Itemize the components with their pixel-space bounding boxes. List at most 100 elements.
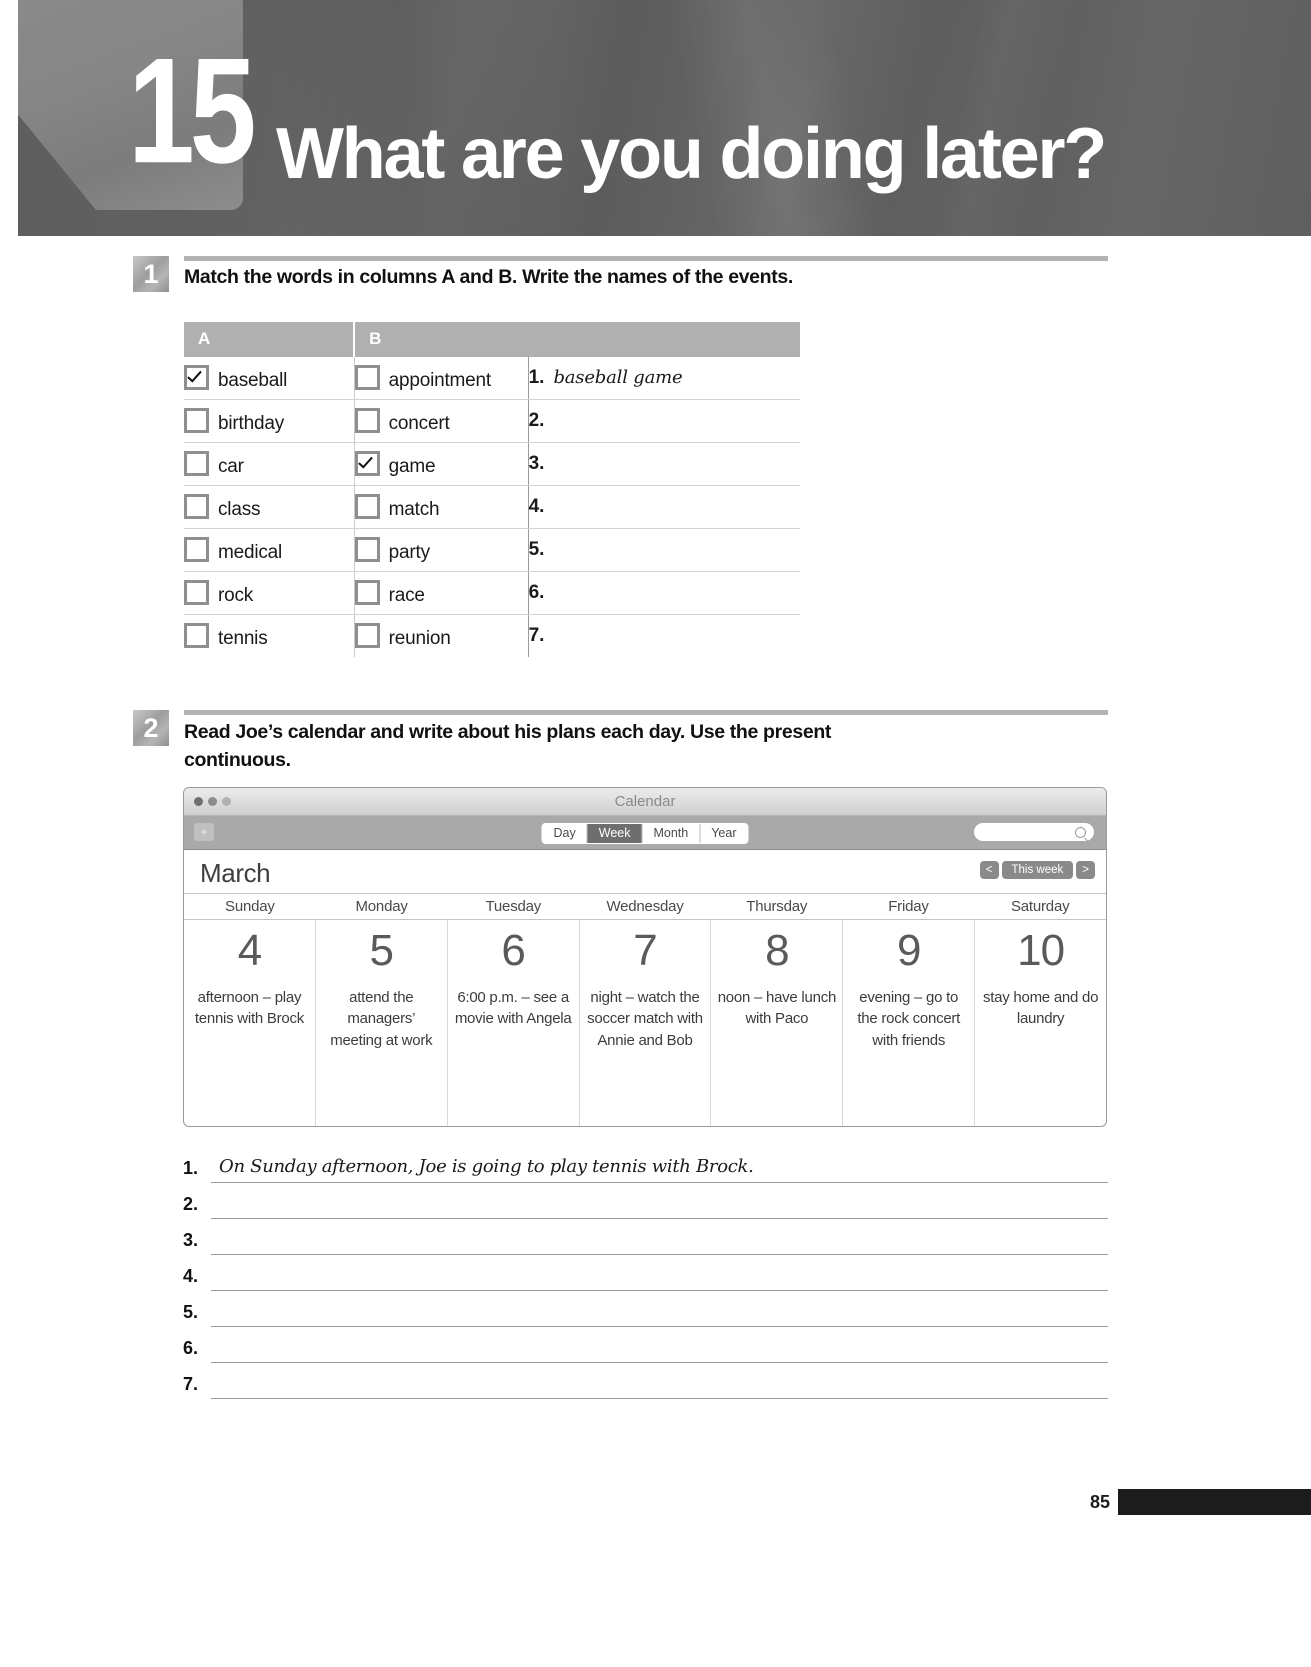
- checkbox-race[interactable]: [354, 579, 380, 605]
- column-a-cell: rock: [184, 571, 355, 615]
- word-label-concert: concert: [388, 412, 450, 434]
- answer-line-rule: [211, 1362, 1108, 1363]
- answer-line-row[interactable]: 7.: [183, 1368, 1108, 1404]
- chapter-title: What are you doing later?: [276, 114, 1107, 194]
- chapter-header-banner: 15 What are you doing later?: [18, 0, 1311, 236]
- checkbox-car[interactable]: [184, 450, 209, 476]
- word-label-tennis: tennis: [218, 627, 268, 649]
- column-b-cell: match: [353, 485, 529, 529]
- answer-line-number: 7.: [183, 1374, 199, 1394]
- calendar-nav-group: < This week >: [979, 861, 1095, 879]
- word-label-class: class: [218, 498, 261, 520]
- column-b-cell: party: [353, 528, 529, 572]
- checkbox-match[interactable]: [354, 493, 380, 519]
- calendar-day-column[interactable]: 9 evening – go to the rock concert with f…: [843, 920, 976, 1126]
- column-b-cell: appointment: [353, 357, 529, 400]
- answer-line-rule: [211, 1218, 1108, 1219]
- checkbox-party[interactable]: [354, 536, 380, 562]
- calendar-window: Calendar + Day Week Month Year March < This…: [183, 787, 1107, 1127]
- checkbox-concert[interactable]: [354, 407, 380, 433]
- table-row: car game 3.: [184, 442, 800, 486]
- answer-line-row[interactable]: 3.: [183, 1224, 1108, 1260]
- checkbox-reunion[interactable]: [354, 622, 380, 648]
- exercise-2-badge: 2: [133, 710, 169, 746]
- word-label-car: car: [218, 455, 244, 477]
- view-option-day[interactable]: Day: [542, 824, 588, 843]
- table-row: baseball appointment 1. baseball game: [184, 357, 800, 400]
- answer-line-number: 2.: [183, 1194, 199, 1214]
- match-table-body: baseball appointment 1. baseball game birthd…: [184, 357, 800, 657]
- column-b-cell: concert: [353, 399, 529, 443]
- day-name-sunday: Sunday: [225, 898, 275, 915]
- answer-line-row[interactable]: 2.: [183, 1188, 1108, 1224]
- word-label-medical: medical: [218, 541, 283, 563]
- checkbox-game[interactable]: [354, 450, 380, 476]
- column-b-header: B: [354, 322, 529, 357]
- answer-line-number: 3.: [183, 1230, 199, 1250]
- calendar-view-segmented-control[interactable]: Day Week Month Year: [541, 823, 749, 844]
- calendar-day-column[interactable]: 7 night – watch the soccer match with Ann…: [580, 920, 712, 1126]
- calendar-day-column[interactable]: 10 stay home and do laundry: [975, 920, 1106, 1126]
- answer-line-row[interactable]: 6.: [183, 1332, 1108, 1368]
- search-input[interactable]: [974, 823, 1094, 841]
- view-option-week[interactable]: Week: [587, 824, 643, 843]
- column-a-cell: tennis: [184, 615, 354, 658]
- calendar-day-column[interactable]: 6 6:00 p.m. – see a movie with Angela: [448, 920, 580, 1126]
- checkbox-class[interactable]: [184, 493, 209, 519]
- window-traffic-lights: [194, 797, 231, 806]
- answer-line-number: 5.: [183, 1302, 199, 1322]
- answer-number: 3.: [528, 453, 545, 474]
- calendar-day-name-row: Sunday Monday Tuesday Wednesday Thursday Frid…: [184, 894, 1106, 920]
- column-a-cell: birthday: [184, 399, 355, 443]
- answer-cell[interactable]: 2.: [527, 399, 800, 443]
- calendar-day-event: 6:00 p.m. – see a movie with Angela: [454, 989, 572, 1028]
- next-week-button[interactable]: >: [1076, 861, 1095, 879]
- checkbox-tennis[interactable]: [184, 622, 209, 648]
- column-a-cell: baseball: [184, 357, 355, 400]
- close-icon[interactable]: [194, 797, 203, 806]
- maximize-icon[interactable]: [222, 797, 231, 806]
- exercise-2-instruction: Read Joe’s calendar and write about his …: [184, 721, 832, 771]
- checkbox-baseball[interactable]: [184, 364, 209, 390]
- calendar-day-column[interactable]: 5 attend the managers’ meeting at work: [316, 920, 448, 1126]
- answer-cell[interactable]: 4.: [527, 485, 800, 529]
- word-label-game: game: [388, 455, 436, 477]
- checkbox-medical[interactable]: [184, 536, 209, 562]
- answer-line-row[interactable]: 5.: [183, 1296, 1108, 1332]
- minimize-icon[interactable]: [208, 797, 217, 806]
- answer-line-number: 4.: [183, 1266, 199, 1286]
- day-name-monday: Monday: [355, 898, 408, 915]
- calendar-month-label: March: [200, 858, 271, 888]
- answer-line-row[interactable]: 1. On Sunday afternoon, Joe is going to p…: [183, 1152, 1108, 1188]
- word-label-race: race: [388, 584, 425, 606]
- search-icon: [1075, 827, 1086, 838]
- answer-cell[interactable]: 7.: [527, 614, 800, 657]
- add-event-button[interactable]: +: [194, 823, 214, 841]
- checkbox-appointment[interactable]: [354, 364, 380, 390]
- word-label-match: match: [388, 498, 440, 520]
- view-option-year[interactable]: Year: [700, 824, 748, 843]
- table-row: class match 4.: [184, 485, 800, 529]
- exercise-1-badge: 1: [133, 256, 169, 292]
- chapter-number: 15: [128, 27, 257, 195]
- checkbox-birthday[interactable]: [184, 407, 209, 433]
- answer-cell[interactable]: 6.: [527, 571, 800, 615]
- answer-cell[interactable]: 3.: [527, 442, 800, 486]
- view-option-month[interactable]: Month: [642, 824, 701, 843]
- calendar-day-column[interactable]: 8 noon – have lunch with Paco: [711, 920, 844, 1126]
- answer-cell[interactable]: 5.: [527, 528, 800, 572]
- calendar-day-column[interactable]: 4 afternoon – play tennis with Brock: [184, 920, 316, 1126]
- exercise-1-instruction: Match the words in columns A and B. Writ…: [184, 266, 793, 288]
- calendar-day-event: stay home and do laundry: [982, 989, 1099, 1028]
- answer-line-row[interactable]: 4.: [183, 1260, 1108, 1296]
- calendar-day-number: 7: [633, 926, 657, 975]
- answer-line-rule: [211, 1254, 1108, 1255]
- word-label-party: party: [388, 541, 430, 563]
- answer-line-text: On Sunday afternoon, Joe is going to pla…: [219, 1156, 754, 1177]
- exercise-1-rule: [184, 256, 1108, 261]
- answer-cell[interactable]: 1. baseball game: [527, 357, 800, 400]
- column-answers-header: [528, 322, 800, 357]
- checkbox-rock[interactable]: [184, 579, 209, 605]
- this-week-button[interactable]: This week: [1001, 861, 1074, 879]
- prev-week-button[interactable]: <: [979, 861, 999, 879]
